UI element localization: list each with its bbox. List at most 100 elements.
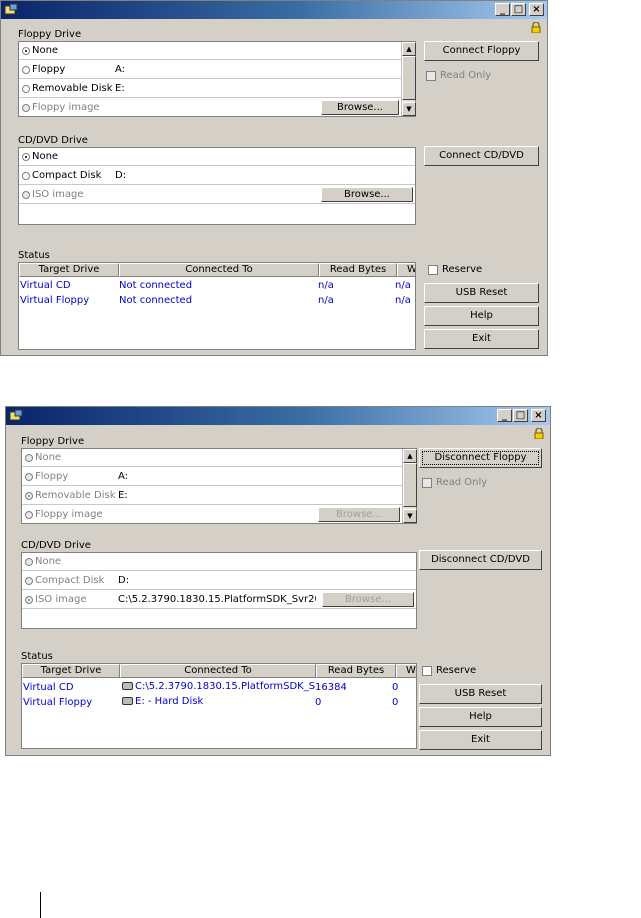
radio-button[interactable] <box>25 473 33 481</box>
usb-reset-button[interactable]: USB Reset <box>419 684 542 704</box>
floppy-browse-button[interactable]: Browse... <box>321 100 399 115</box>
radio-button[interactable] <box>22 104 30 112</box>
maximize-icon[interactable]: □ <box>513 409 528 422</box>
floppy-browse-button[interactable]: Browse... <box>318 507 400 522</box>
virtual-media-window-disconnected: _ □ × Floppy Drive None Floppy A: Remova… <box>0 0 548 356</box>
checkbox[interactable] <box>422 478 432 488</box>
radio-button[interactable] <box>25 492 33 500</box>
usb-reset-button[interactable]: USB Reset <box>424 283 539 303</box>
cell-connected-wrap: E: - Hard Disk <box>122 696 315 707</box>
row-value: A: <box>118 471 129 482</box>
disconnect-floppy-button[interactable]: Disconnect Floppy <box>419 448 542 468</box>
checkbox-label: Reserve <box>436 665 477 676</box>
row-label: Floppy <box>35 471 69 482</box>
checkbox-label: Reserve <box>442 264 483 275</box>
help-button[interactable]: Help <box>419 707 542 727</box>
virtual-media-window-connected: _ □ × Floppy Drive None Floppy A: Remova… <box>5 406 551 756</box>
exit-button[interactable]: Exit <box>419 730 542 750</box>
floppy-row-image[interactable]: Floppy image Browse... <box>22 506 402 524</box>
scroll-down-icon[interactable]: ▼ <box>403 509 417 523</box>
connect-floppy-button[interactable]: Connect Floppy <box>424 41 539 61</box>
scroll-thumb[interactable] <box>402 56 416 100</box>
floppy-list-scrollbar[interactable]: ▲ ▼ <box>402 449 417 523</box>
row-label: Floppy image <box>35 509 103 520</box>
radio-button[interactable] <box>25 454 33 462</box>
cd-row-iso[interactable]: ISO image Browse... <box>19 186 415 204</box>
col-connected-to[interactable]: Connected To <box>120 664 316 678</box>
col-write-bytes[interactable]: W <box>397 263 415 277</box>
row-label: None <box>35 556 62 567</box>
checkbox-label: Read Only <box>436 477 488 488</box>
cd-browse-button[interactable]: Browse... <box>322 592 414 607</box>
col-target-drive[interactable]: Target Drive <box>22 664 120 678</box>
radio-button[interactable] <box>22 47 30 55</box>
close-icon[interactable]: × <box>529 3 544 16</box>
radio-button[interactable] <box>22 153 30 161</box>
floppy-row-none[interactable]: None <box>22 449 402 467</box>
radio-button[interactable] <box>25 558 33 566</box>
radio-button[interactable] <box>22 66 30 74</box>
lock-icon <box>531 22 541 33</box>
exit-button[interactable]: Exit <box>424 329 539 349</box>
floppy-list-scrollbar[interactable]: ▲ ▼ <box>401 42 416 116</box>
col-read-bytes[interactable]: Read Bytes <box>319 263 397 277</box>
disconnect-cd-button[interactable]: Disconnect CD/DVD <box>419 550 542 570</box>
col-write-bytes[interactable]: W <box>396 664 416 678</box>
radio-button[interactable] <box>25 596 33 604</box>
cd-row-compact[interactable]: Compact Disk D: <box>19 167 415 185</box>
radio-button[interactable] <box>22 85 30 93</box>
row-value: D: <box>118 575 130 586</box>
minimize-icon[interactable]: _ <box>495 3 510 16</box>
checkbox[interactable] <box>428 265 438 275</box>
floppy-drive-list: None Floppy A: Removable Disk E: Floppy … <box>21 448 417 524</box>
scroll-thumb[interactable] <box>403 463 417 507</box>
floppy-row-image[interactable]: Floppy image Browse... <box>19 99 401 117</box>
row-label: ISO image <box>32 189 84 200</box>
checkbox-label: Read Only <box>440 70 492 81</box>
scroll-up-icon[interactable]: ▲ <box>403 449 417 463</box>
status-table: Target Drive Connected To Read Bytes W V… <box>21 663 417 749</box>
cell-target: Virtual Floppy <box>20 295 90 306</box>
checkbox[interactable] <box>426 71 436 81</box>
cell-read: n/a <box>318 280 334 291</box>
row-label: Floppy <box>32 64 66 75</box>
cd-row-none[interactable]: None <box>19 148 415 166</box>
cell-read: 16384 <box>315 682 347 693</box>
floppy-row-removable[interactable]: Removable Disk E: <box>19 80 401 98</box>
cd-group-label: CD/DVD Drive <box>18 135 88 146</box>
connect-cd-button[interactable]: Connect CD/DVD <box>424 146 539 166</box>
maximize-icon[interactable]: □ <box>511 3 526 16</box>
scroll-down-icon[interactable]: ▼ <box>402 102 416 116</box>
cd-row-iso[interactable]: ISO image C:\5.2.3790.1830.15.PlatformSD… <box>22 591 416 609</box>
floppy-group-label: Floppy Drive <box>21 436 85 447</box>
close-icon[interactable]: × <box>531 409 546 422</box>
row-value: A: <box>115 64 126 75</box>
scroll-up-icon[interactable]: ▲ <box>402 42 416 56</box>
col-read-bytes[interactable]: Read Bytes <box>316 664 396 678</box>
cell-write: n/a <box>395 280 411 291</box>
checkbox[interactable] <box>422 666 432 676</box>
radio-button[interactable] <box>25 511 33 519</box>
floppy-row-none[interactable]: None <box>19 42 401 60</box>
title-bar[interactable]: _ □ × <box>1 1 547 19</box>
floppy-row-floppy[interactable]: Floppy A: <box>22 468 402 486</box>
cd-row-compact[interactable]: Compact Disk D: <box>22 572 416 590</box>
drive-icon <box>122 682 133 690</box>
radio-button[interactable] <box>22 191 30 199</box>
row-label: Compact Disk <box>32 170 102 181</box>
radio-button[interactable] <box>25 577 33 585</box>
help-button[interactable]: Help <box>424 306 539 326</box>
floppy-row-removable[interactable]: Removable Disk E: <box>22 487 402 505</box>
minimize-icon[interactable]: _ <box>497 409 512 422</box>
row-label: ISO image <box>35 594 87 605</box>
row-label: Floppy image <box>32 102 100 113</box>
floppy-row-floppy[interactable]: Floppy A: <box>19 61 401 79</box>
row-value: E: <box>115 83 125 94</box>
col-connected-to[interactable]: Connected To <box>119 263 319 277</box>
cd-browse-button[interactable]: Browse... <box>321 187 413 202</box>
radio-button[interactable] <box>22 172 30 180</box>
cd-row-none[interactable]: None <box>22 553 416 571</box>
col-target-drive[interactable]: Target Drive <box>19 263 119 277</box>
title-bar[interactable]: _ □ × <box>6 407 550 425</box>
status-group-label: Status <box>21 651 53 662</box>
